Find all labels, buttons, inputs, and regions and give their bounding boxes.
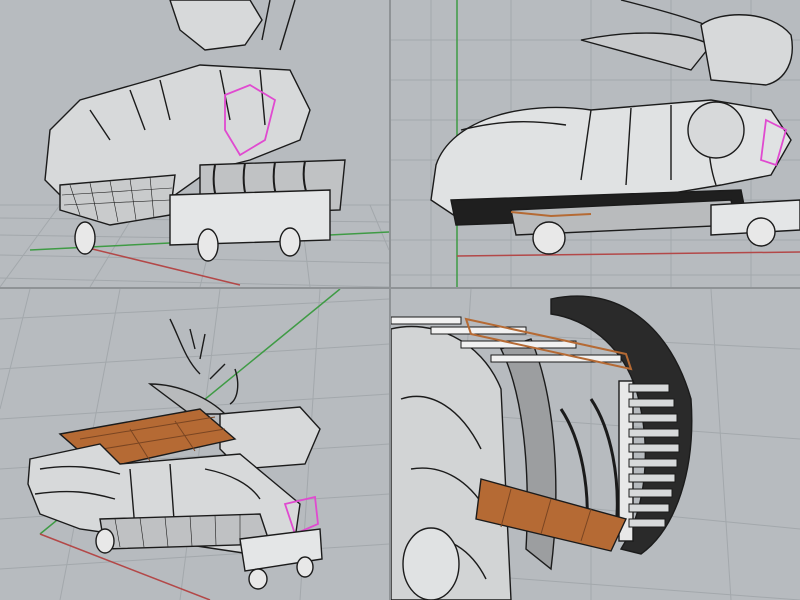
wheel (402, 527, 460, 600)
wheel (296, 556, 314, 578)
cart-box (169, 189, 331, 246)
rhino-quad-viewports (0, 0, 800, 600)
wheel (95, 528, 115, 554)
wheel (279, 227, 301, 257)
viewport-top-right[interactable] (391, 0, 800, 287)
viewport-bottom-left[interactable] (0, 289, 389, 600)
viewport-top-left[interactable] (0, 0, 389, 287)
ear-shape (700, 14, 793, 86)
viewport-bottom-right[interactable] (391, 289, 800, 600)
wheel (74, 221, 96, 255)
wheel (746, 217, 776, 247)
viewport-canvas[interactable] (0, 289, 389, 600)
viewport-canvas[interactable] (0, 0, 389, 287)
shoulder-plate (687, 101, 745, 159)
viewport-canvas[interactable] (391, 0, 800, 287)
wheel (532, 221, 566, 255)
viewport-canvas[interactable] (391, 289, 800, 600)
wheel (197, 228, 219, 262)
wheel (248, 568, 268, 590)
